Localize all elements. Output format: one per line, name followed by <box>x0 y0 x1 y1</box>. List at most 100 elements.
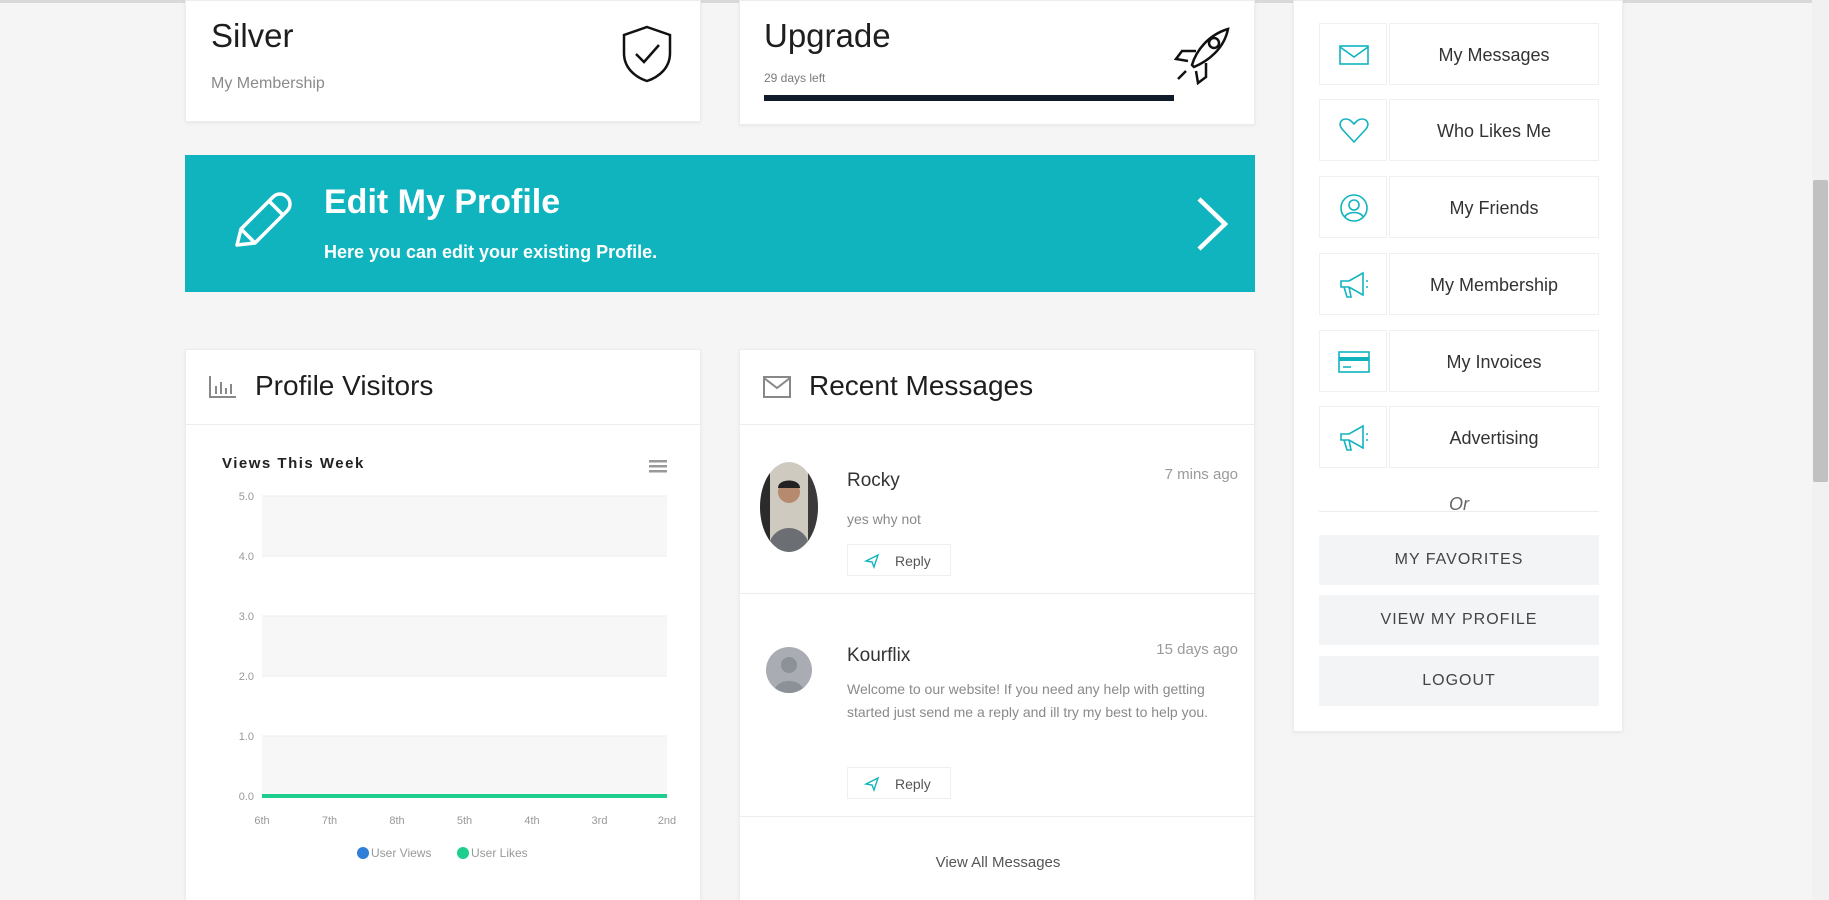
sidebar-icon-box <box>1319 99 1387 161</box>
reply-label: Reply <box>895 776 931 792</box>
grid-band <box>262 616 667 676</box>
reply-button[interactable]: Reply <box>847 544 951 576</box>
message-sender[interactable]: Kourflix <box>847 645 910 667</box>
x-tick-label: 5th <box>457 815 472 827</box>
reply-icon <box>864 776 880 792</box>
grid-band <box>262 496 667 556</box>
sidebar-label-box: My Friends <box>1389 176 1599 238</box>
default-avatar-icon <box>766 647 812 693</box>
heart-icon <box>1339 118 1369 144</box>
message-sender[interactable]: Rocky <box>847 470 900 492</box>
profile-visitors-card: Profile Visitors 5.0 4.0 3.0 2.0 1.0 0.0 6th 7… <box>185 349 701 900</box>
edit-profile-banner[interactable]: Edit My Profile Here you can edit your e… <box>185 155 1255 292</box>
y-tick-label: 4.0 <box>239 551 254 563</box>
rocket-icon <box>1173 27 1230 86</box>
views-chart-svg: 5.0 4.0 3.0 2.0 1.0 0.0 6th 7th 8th 5th 4th 3rd 2nd… <box>222 455 676 860</box>
view-my-profile-button[interactable]: VIEW MY PROFILE <box>1319 595 1599 645</box>
upgrade-title: Upgrade <box>764 17 891 54</box>
sidebar-item-label: Who Likes Me <box>1436 121 1552 141</box>
shield-check-icon <box>622 25 672 83</box>
edit-profile-title: Edit My Profile <box>324 183 561 221</box>
y-tick-label: 2.0 <box>239 671 254 683</box>
legend-marker <box>357 847 369 859</box>
upgrade-card[interactable]: Upgrade 29 days left <box>739 0 1255 125</box>
user-circle-icon <box>1340 194 1368 222</box>
sidebar-item-my-friends[interactable]: My Friends <box>1319 176 1599 238</box>
megaphone-icon <box>1340 271 1368 298</box>
message-time: 15 days ago <box>1156 641 1238 658</box>
reply-label: Reply <box>895 553 931 569</box>
avatar-photo <box>760 462 818 552</box>
edit-profile-subtitle: Here you can edit your existing Profile. <box>324 242 658 262</box>
avatar[interactable] <box>760 462 818 552</box>
message-text: yes why not <box>847 511 921 527</box>
legend-label[interactable]: User Views <box>371 846 431 860</box>
pencil-icon <box>235 192 292 247</box>
sidebar-item-advertising[interactable]: Advertising <box>1319 406 1599 468</box>
or-text: Or <box>1449 494 1469 514</box>
sidebar-label-box: Advertising <box>1389 406 1599 468</box>
x-tick-label: 8th <box>389 815 404 827</box>
y-tick-label: 1.0 <box>239 731 254 743</box>
message-item[interactable]: Rocky 7 mins ago yes why not Reply <box>740 426 1256 594</box>
sidebar-icon-box <box>1319 23 1387 85</box>
chart-grid <box>262 495 667 796</box>
chart-menu-icon[interactable] <box>649 460 667 473</box>
legend-label[interactable]: User Likes <box>471 846 528 860</box>
y-tick-label: 3.0 <box>239 611 254 623</box>
avatar[interactable] <box>766 647 812 693</box>
reply-button[interactable]: Reply <box>847 767 951 799</box>
sidebar-item-my-invoices[interactable]: My Invoices <box>1319 330 1599 392</box>
scrollbar-thumb[interactable] <box>1813 180 1828 482</box>
sidebar-icon-box <box>1319 330 1387 392</box>
sidebar-item-label: Advertising <box>1449 428 1539 448</box>
upgrade-progress-fill <box>764 95 1174 101</box>
sidebar-label-box: Who Likes Me <box>1389 99 1599 161</box>
upgrade-days-left: 29 days left <box>764 71 826 85</box>
y-tick-label: 0.0 <box>239 791 254 803</box>
reply-icon <box>864 553 880 569</box>
x-tick-label: 7th <box>322 815 337 827</box>
sidebar-icon-box <box>1319 406 1387 468</box>
sidebar-item-my-membership[interactable]: My Membership <box>1319 253 1599 315</box>
sidebar-item-label: My Invoices <box>1446 352 1542 372</box>
visitors-title: Profile Visitors <box>255 370 434 401</box>
x-tick-label: 3rd <box>592 815 608 827</box>
sidebar-item-label: My Messages <box>1438 45 1550 65</box>
membership-card[interactable]: Silver My Membership <box>185 0 701 122</box>
bar-chart-icon <box>209 376 236 398</box>
sidebar-item-label: My Membership <box>1429 275 1559 295</box>
message-text: Welcome to our website! If you need any … <box>847 681 1209 720</box>
message-item[interactable]: Kourflix 15 days ago Welcome to our webs… <box>740 595 1256 817</box>
logout-button[interactable]: LOGOUT <box>1319 656 1599 706</box>
view-all-messages-link[interactable]: View All Messages <box>740 854 1256 871</box>
sidebar-label-box: My Messages <box>1389 23 1599 85</box>
recent-messages-card: Recent Messages Rocky 7 mins ago yes why… <box>739 349 1256 900</box>
or-separator: Or <box>1319 494 1599 516</box>
my-favorites-button[interactable]: MY FAVORITES <box>1319 535 1599 585</box>
chart-y-axis: 5.0 4.0 3.0 2.0 1.0 0.0 <box>239 491 254 803</box>
sidebar-icon-box <box>1319 253 1387 315</box>
upgrade-progress-bar <box>764 95 1174 101</box>
sidebar-item-label: My Friends <box>1449 198 1539 218</box>
x-tick-label: 6th <box>254 815 269 827</box>
x-tick-label: 4th <box>524 815 539 827</box>
sidebar-label-box: My Membership <box>1389 253 1599 315</box>
views-chart: 5.0 4.0 3.0 2.0 1.0 0.0 6th 7th 8th 5th 4th 3rd 2nd… <box>186 426 702 900</box>
message-time: 7 mins ago <box>1164 466 1238 483</box>
sidebar-item-messages[interactable]: My Messages <box>1319 23 1599 85</box>
chevron-right-icon <box>1197 197 1229 251</box>
sidebar-icon-box <box>1319 176 1387 238</box>
grid-band <box>262 736 667 796</box>
chart-legend[interactable]: User Views User Likes <box>357 846 528 860</box>
chart-title: Views This Week <box>222 455 365 472</box>
sidebar-label-box: My Invoices <box>1389 330 1599 392</box>
visitors-header: Profile Visitors <box>186 350 700 425</box>
x-tick-label: 2nd <box>658 815 676 827</box>
megaphone-icon <box>1340 424 1368 451</box>
envelope-icon <box>763 376 791 398</box>
sidebar: My Messages Who Likes Me My Friends My M… <box>1293 0 1623 732</box>
credit-card-icon <box>1338 351 1370 373</box>
legend-marker <box>457 847 469 859</box>
sidebar-item-who-likes-me[interactable]: Who Likes Me <box>1319 99 1599 161</box>
